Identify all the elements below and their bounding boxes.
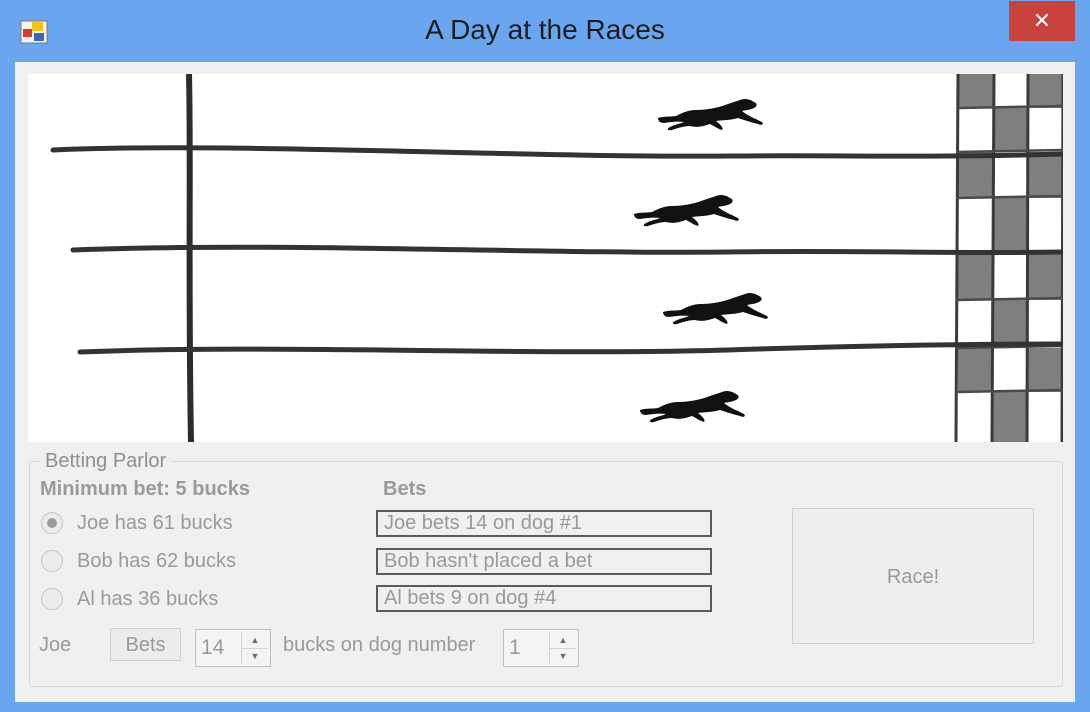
racetrack-drawing [50, 74, 1063, 442]
radio-joe[interactable] [41, 512, 63, 534]
race-button[interactable]: Race! [792, 508, 1034, 644]
chevron-up-icon[interactable]: ▲ [242, 632, 268, 649]
app-window: A Day at the Races ✕ Betting Parlor Mini… [0, 0, 1090, 712]
dog-number-stepper[interactable]: 1 ▲ ▼ [503, 629, 579, 667]
radio-al-label[interactable]: Al has 36 bucks [77, 588, 218, 611]
radio-bob[interactable] [41, 550, 63, 572]
amount-stepper-arrows: ▲ ▼ [241, 632, 268, 664]
betting-parlor-legend: Betting Parlor [40, 450, 172, 473]
title-bar: A Day at the Races ✕ [0, 0, 1090, 62]
chevron-down-icon[interactable]: ▼ [242, 648, 268, 664]
dog-number-stepper-arrows: ▲ ▼ [549, 632, 576, 664]
radio-selected-dot [47, 518, 57, 528]
start-line [186, 74, 194, 442]
radio-joe-label[interactable]: Joe has 61 bucks [77, 512, 233, 535]
bets-header: Bets [383, 478, 427, 500]
dog-3 [663, 292, 768, 325]
amount-value[interactable]: 14 [201, 630, 224, 666]
dog-1 [658, 98, 763, 131]
finish-line-checkers [954, 74, 1063, 442]
close-icon: ✕ [1032, 8, 1052, 33]
chevron-up-icon[interactable]: ▲ [550, 632, 576, 649]
racetrack [28, 74, 1063, 442]
dog-2 [634, 194, 739, 227]
dog-number-label: bucks on dog number [283, 634, 476, 656]
chevron-down-icon[interactable]: ▼ [550, 648, 576, 664]
close-button[interactable]: ✕ [1009, 1, 1075, 41]
bettor-name-label: Joe [39, 634, 72, 656]
radio-bob-label[interactable]: Bob has 62 bucks [77, 550, 236, 573]
window-title: A Day at the Races [425, 14, 665, 45]
bets-button[interactable]: Bets [110, 628, 181, 661]
joe-bet-label: Joe bets 14 on dog #1 [376, 510, 712, 537]
minimum-bet-label: Minimum bet: 5 bucks [40, 478, 251, 500]
lane-lines [50, 145, 1063, 355]
bob-bet-label: Bob hasn't placed a bet [376, 548, 712, 575]
dog-4 [640, 390, 745, 423]
dog-number-value[interactable]: 1 [509, 630, 521, 666]
radio-al[interactable] [41, 588, 63, 610]
amount-stepper[interactable]: 14 ▲ ▼ [195, 629, 271, 667]
al-bet-label: Al bets 9 on dog #4 [376, 585, 712, 612]
